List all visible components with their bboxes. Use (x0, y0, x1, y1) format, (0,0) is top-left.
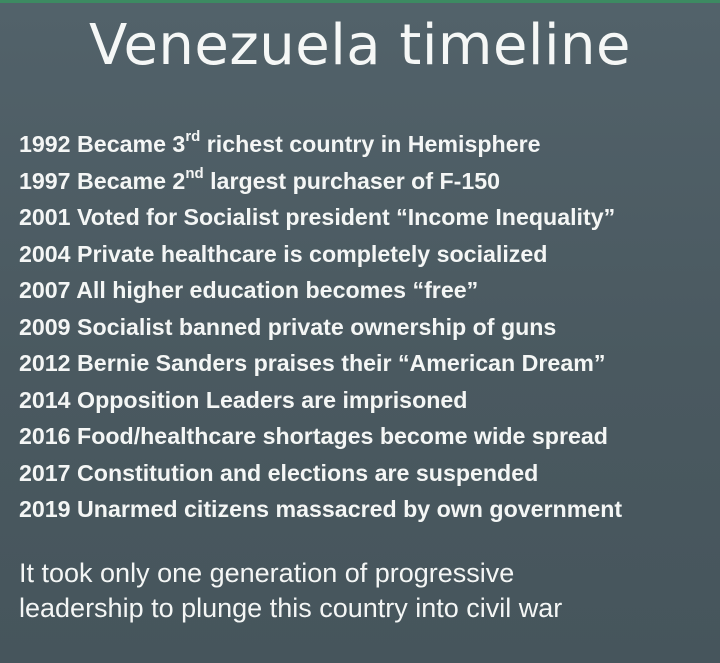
timeline-event-rest: largest purchaser of F-150 (203, 167, 501, 194)
timeline-year: 2012 (19, 350, 71, 376)
timeline-year: 2019 (19, 496, 71, 522)
timeline-event: Bernie Sanders praises their “American D… (77, 350, 606, 376)
timeline-year: 1997 (19, 167, 71, 194)
timeline-poster: Venezuela timeline 1992 Became 3rd riche… (0, 0, 720, 663)
timeline-event: Became 3 (77, 131, 186, 157)
timeline-item: 2017 Constitution and elections are susp… (19, 455, 709, 492)
timeline-year: 2009 (19, 313, 71, 340)
timeline-ordinal-suffix: rd (185, 128, 201, 146)
timeline-event: Unarmed citizens massacred by own govern… (77, 496, 623, 522)
top-accent-strip (0, 0, 720, 3)
timeline-item: 2019 Unarmed citizens massacred by own g… (19, 491, 709, 528)
timeline-list: 1992 Became 3rd richest country in Hemis… (19, 126, 709, 528)
timeline-year: 2004 (19, 240, 71, 267)
timeline-event: Voted for Socialist president “Income In… (77, 204, 616, 230)
timeline-event: Socialist banned private ownership of gu… (77, 313, 557, 340)
timeline-event: Became 2 (77, 167, 186, 194)
timeline-event: Private healthcare is completely sociali… (77, 240, 548, 267)
timeline-item: 2016 Food/healthcare shortages become wi… (19, 418, 709, 455)
timeline-year: 2001 (19, 204, 71, 230)
timeline-item: 2012 Bernie Sanders praises their “Ameri… (19, 345, 709, 382)
poster-title: Venezuela timeline (89, 13, 631, 78)
timeline-ordinal-suffix: nd (185, 164, 204, 182)
timeline-item: 2009 Socialist banned private ownership … (19, 309, 709, 346)
timeline-item: 2004 Private healthcare is completely so… (19, 236, 709, 273)
timeline-item: 2007 All higher education becomes “free” (19, 272, 709, 309)
conclusion-line-1: It took only one generation of progressi… (19, 558, 515, 588)
timeline-event: Food/healthcare shortages become wide sp… (77, 423, 608, 449)
timeline-item: 1992 Became 3rd richest country in Hemis… (19, 126, 709, 163)
timeline-event: Opposition Leaders are imprisoned (77, 386, 468, 413)
timeline-event-rest: richest country in Hemisphere (200, 131, 541, 157)
timeline-year: 1992 (19, 131, 71, 157)
timeline-year: 2016 (19, 423, 71, 449)
timeline-item: 1997 Became 2nd largest purchaser of F-1… (19, 163, 709, 200)
timeline-event: All higher education becomes “free” (76, 277, 479, 303)
timeline-year: 2017 (19, 459, 71, 486)
conclusion-line-2: leadership to plunge this country into c… (19, 593, 563, 623)
timeline-year: 2007 (19, 277, 71, 303)
conclusion-text: It took only one generation of progressi… (19, 556, 709, 626)
timeline-event: Constitution and elections are suspended (77, 459, 539, 486)
timeline-year: 2014 (19, 386, 71, 413)
timeline-item: 2014 Opposition Leaders are imprisoned (19, 382, 709, 419)
timeline-item: 2001 Voted for Socialist president “Inco… (19, 199, 709, 236)
